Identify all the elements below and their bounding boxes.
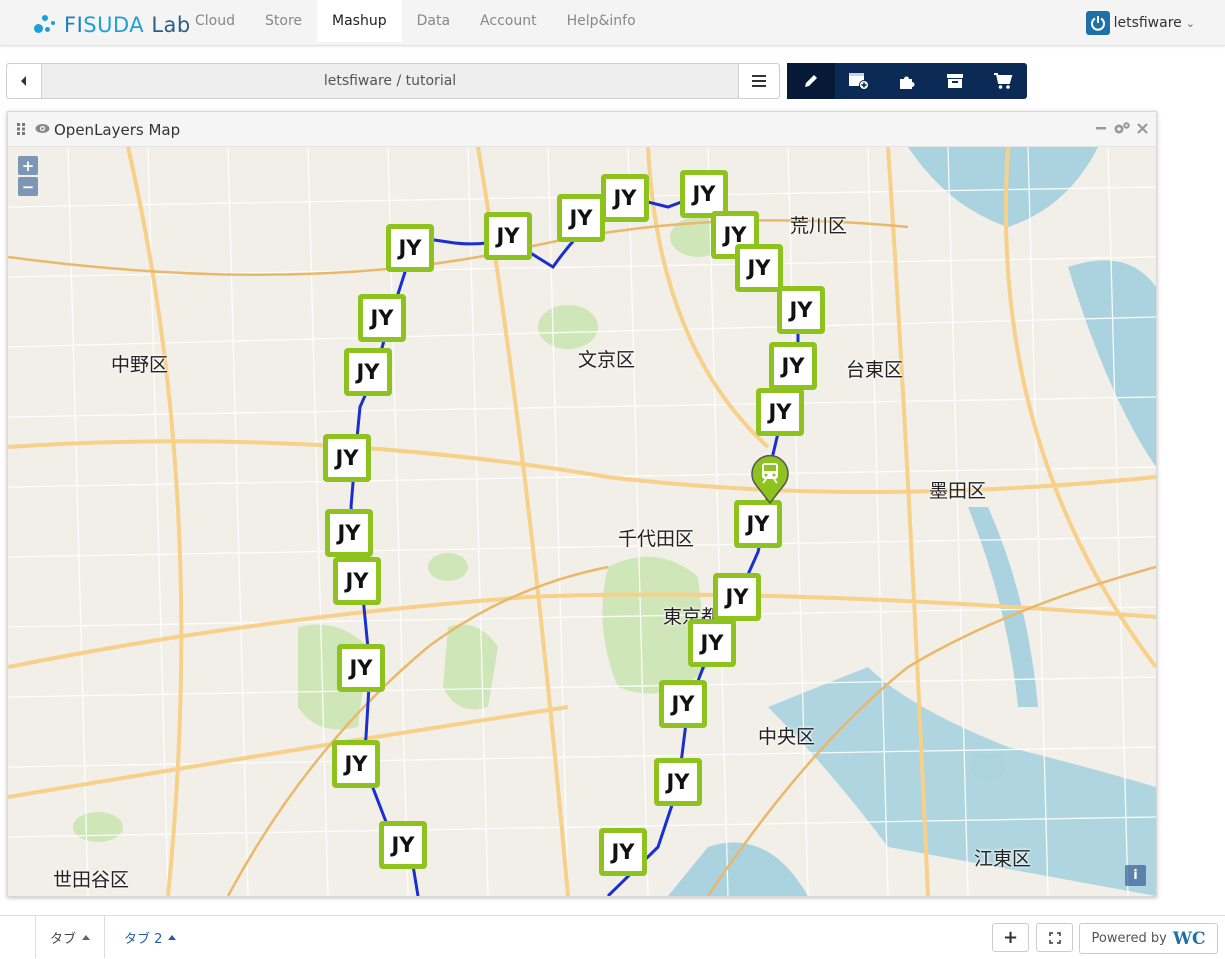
drag-handle-icon[interactable] — [17, 123, 25, 135]
pencil-icon — [805, 75, 817, 87]
zoom-controls: + − — [18, 156, 38, 198]
map-canvas[interactable]: 荒川区 文京区 中野区 台東区 墨田区 千代田区 東京都 中央区 江東区 世田谷… — [8, 147, 1156, 896]
ward-label: 墨田区 — [929, 480, 987, 502]
station-marker[interactable]: JY — [654, 758, 702, 806]
workspace-menu-button[interactable] — [738, 64, 779, 98]
logo-dots-icon — [32, 10, 62, 40]
edit-button[interactable] — [787, 63, 835, 99]
add-tab-button[interactable]: + — [992, 923, 1029, 952]
station-marker[interactable]: JY — [688, 619, 736, 667]
map-background — [8, 147, 1156, 896]
top-navbar: FISUDA Lab Cloud Store Mashup Data Accou… — [0, 0, 1225, 46]
station-marker[interactable]: JY — [344, 348, 392, 396]
user-menu[interactable]: letsfiware ⌄ — [1085, 11, 1195, 35]
tab-1[interactable]: タブ — [35, 916, 106, 958]
station-marker[interactable]: JY — [337, 644, 385, 692]
ward-label: 中央区 — [758, 726, 816, 748]
caret-up-icon[interactable] — [82, 934, 91, 940]
settings-icon[interactable] — [1113, 121, 1131, 135]
add-widget-button[interactable] — [835, 63, 883, 99]
caret-up-icon[interactable] — [168, 934, 177, 940]
nav-cloud[interactable]: Cloud — [180, 0, 250, 42]
zoom-out-button[interactable]: − — [18, 177, 38, 196]
station-marker[interactable]: JY — [756, 388, 804, 436]
user-name: letsfiware — [1113, 15, 1182, 31]
caret-left-icon — [21, 76, 26, 86]
chevron-down-icon: ⌄ — [1185, 16, 1195, 30]
main-nav: Cloud Store Mashup Data Account Help&inf… — [180, 0, 651, 42]
ward-label: 千代田区 — [618, 528, 695, 550]
station-marker[interactable]: JY — [333, 557, 381, 605]
plus-icon: + — [1002, 927, 1019, 948]
logo-text: FISUDA Lab — [64, 13, 191, 37]
wirecloud-logo: WC — [1172, 928, 1206, 949]
powered-by-text: Powered by — [1091, 931, 1167, 946]
widget-actions — [1095, 121, 1148, 135]
station-marker[interactable]: JY — [659, 680, 707, 728]
archive-icon — [947, 74, 963, 88]
station-marker[interactable]: JY — [777, 286, 825, 334]
station-marker[interactable]: JY — [386, 224, 434, 272]
widget-header[interactable]: OpenLayers Map — [8, 112, 1156, 147]
workspace-path: letsfiware / tutorial — [323, 73, 457, 89]
ward-label: 荒川区 — [790, 215, 848, 237]
workspace-bar: letsfiware / tutorial — [6, 63, 780, 99]
tab-2[interactable]: タブ 2 — [110, 916, 190, 958]
station-marker[interactable]: JY — [735, 244, 783, 292]
fullscreen-icon — [1048, 931, 1061, 944]
nav-help[interactable]: Help&info — [552, 0, 651, 42]
station-marker[interactable]: JY — [557, 194, 605, 242]
powered-by-badge[interactable]: Powered by WC — [1079, 923, 1218, 954]
nav-data[interactable]: Data — [402, 0, 465, 42]
ward-label: 文京区 — [578, 349, 636, 371]
station-marker[interactable]: JY — [734, 500, 782, 548]
ward-label: 台東区 — [846, 359, 904, 381]
ward-label: 世田谷区 — [53, 869, 130, 891]
puzzle-icon — [900, 76, 915, 89]
widget-title: OpenLayers Map — [54, 121, 181, 139]
workspace-tabs-bar: タブ タブ 2 + Powered by WC — [0, 915, 1225, 959]
edit-toolbar — [787, 63, 1027, 99]
nav-mashup[interactable]: Mashup — [317, 0, 402, 42]
add-widget-icon — [849, 73, 869, 90]
attribution-button[interactable]: i — [1125, 865, 1146, 886]
station-marker[interactable]: JY — [325, 509, 373, 557]
tab-label: タブ 2 — [124, 931, 163, 947]
inbox-button[interactable] — [931, 63, 979, 99]
fullscreen-button[interactable] — [1036, 923, 1073, 952]
marketplace-button[interactable] — [979, 63, 1027, 99]
hamburger-icon — [752, 75, 766, 87]
station-marker[interactable]: JY — [323, 434, 371, 482]
back-button[interactable] — [7, 64, 42, 98]
close-icon[interactable] — [1137, 122, 1148, 134]
tab-label: タブ — [50, 931, 77, 947]
ward-label: 江東区 — [974, 848, 1032, 870]
station-marker[interactable]: JY — [484, 212, 532, 260]
fisuda-lab-logo[interactable]: FISUDA Lab — [32, 10, 191, 40]
station-marker[interactable]: JY — [713, 573, 761, 621]
power-icon — [1085, 11, 1110, 35]
station-marker[interactable]: JY — [379, 821, 427, 869]
station-marker[interactable]: JY — [601, 174, 649, 222]
nav-store[interactable]: Store — [250, 0, 317, 42]
zoom-in-button[interactable]: + — [18, 156, 38, 175]
cart-icon — [994, 73, 1013, 89]
eye-icon[interactable] — [35, 123, 50, 134]
wiring-button[interactable] — [883, 63, 931, 99]
ward-label: 中野区 — [111, 354, 169, 376]
station-marker[interactable]: JY — [599, 828, 647, 876]
nav-account[interactable]: Account — [465, 0, 552, 42]
station-marker[interactable]: JY — [332, 740, 380, 788]
station-marker[interactable]: JY — [358, 294, 406, 342]
openlayers-map-widget: OpenLayers Map 荒川区 文京区 中野区 台東区 墨田区 千代田区 … — [7, 111, 1157, 897]
station-marker[interactable]: JY — [769, 342, 817, 390]
train-station-pin-icon[interactable] — [748, 453, 792, 505]
minimize-icon[interactable] — [1095, 122, 1107, 134]
